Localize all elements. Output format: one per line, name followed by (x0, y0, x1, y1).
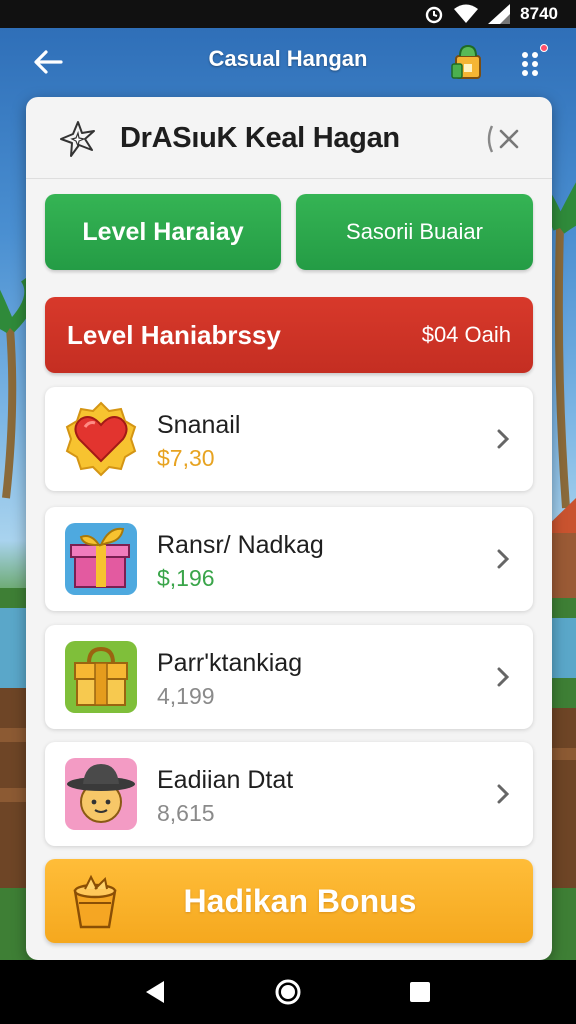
level-banner-value: $04 Oaih (421, 322, 511, 347)
level-banner-title: Level Haniabrssy (67, 319, 281, 350)
status-bar: 8740 (0, 0, 576, 28)
chevron-right-icon (497, 429, 510, 449)
season-button[interactable]: Sasorii Buaiar (296, 194, 533, 270)
item-name: Parr'ktankiag (157, 649, 303, 677)
nav-recents-icon (410, 982, 430, 1002)
chevron-right-icon (497, 784, 510, 804)
chevron-right-icon (497, 549, 510, 569)
nav-home-icon (275, 979, 301, 1005)
nav-back-icon (146, 981, 164, 1003)
level-button-label: Level Haraiay (82, 217, 244, 246)
level-button[interactable]: Level Haraiay (45, 194, 281, 270)
alarm-icon (424, 4, 444, 24)
gift-box-icon (65, 523, 137, 595)
list-item[interactable]: Eadiian Dtat 8,615 (45, 742, 533, 846)
chevron-right-icon (497, 667, 510, 687)
level-banner[interactable]: Level Haniabrssy $04 Oaih (45, 297, 533, 373)
app-title: Casual Hangan (208, 46, 368, 71)
item-name: Ransr/ Nadkag (157, 531, 324, 559)
signal-icon (488, 4, 511, 24)
list-item[interactable]: Parr'ktankiag 4,199 (45, 625, 533, 729)
arrow-left-icon (34, 50, 63, 74)
notification-dot (540, 44, 548, 52)
wifi-icon (454, 4, 479, 24)
item-value: $7,30 (157, 445, 215, 471)
nav-home-button[interactable] (264, 968, 312, 1016)
character-hat-icon (65, 758, 137, 830)
app-bar: Casual Hangan (0, 28, 576, 94)
shop-icon (451, 44, 481, 79)
nav-recents-button[interactable] (396, 968, 444, 1016)
item-value: 4,199 (157, 683, 215, 709)
list-item[interactable]: Snanail $7,30 (45, 387, 533, 491)
close-button[interactable] (482, 119, 526, 159)
shop-button[interactable] (446, 40, 490, 84)
item-name: Snanail (157, 411, 241, 439)
item-value: $,196 (157, 565, 215, 591)
item-value: 8,615 (157, 800, 215, 826)
status-time: 8740 (520, 4, 558, 23)
bonus-button[interactable]: Hadikan Bonus (45, 859, 533, 943)
dialog-header: DrASıuK Keal Hagan (26, 97, 552, 179)
system-nav-bar (0, 960, 576, 1024)
back-button[interactable] (28, 44, 68, 80)
chest-icon (65, 641, 137, 713)
bonus-button-label: Hadikan Bonus (183, 883, 417, 919)
dialog-title: DrASıuK Keal Hagan (120, 122, 400, 154)
dots-menu-icon (522, 52, 538, 76)
list-item[interactable]: Ransr/ Nadkag $,196 (45, 507, 533, 611)
close-icon (487, 125, 519, 153)
item-name: Eadiian Dtat (157, 766, 294, 794)
nav-back-button[interactable] (132, 968, 180, 1016)
menu-button[interactable] (510, 42, 550, 82)
dialog-card: DrASıuK Keal Hagan Level Haraiay Sasorii… (26, 97, 552, 960)
bucket-icon (73, 874, 117, 929)
heart-badge-icon (65, 401, 137, 477)
sparkle-star-icon (60, 121, 95, 157)
season-button-label: Sasorii Buaiar (346, 219, 483, 244)
